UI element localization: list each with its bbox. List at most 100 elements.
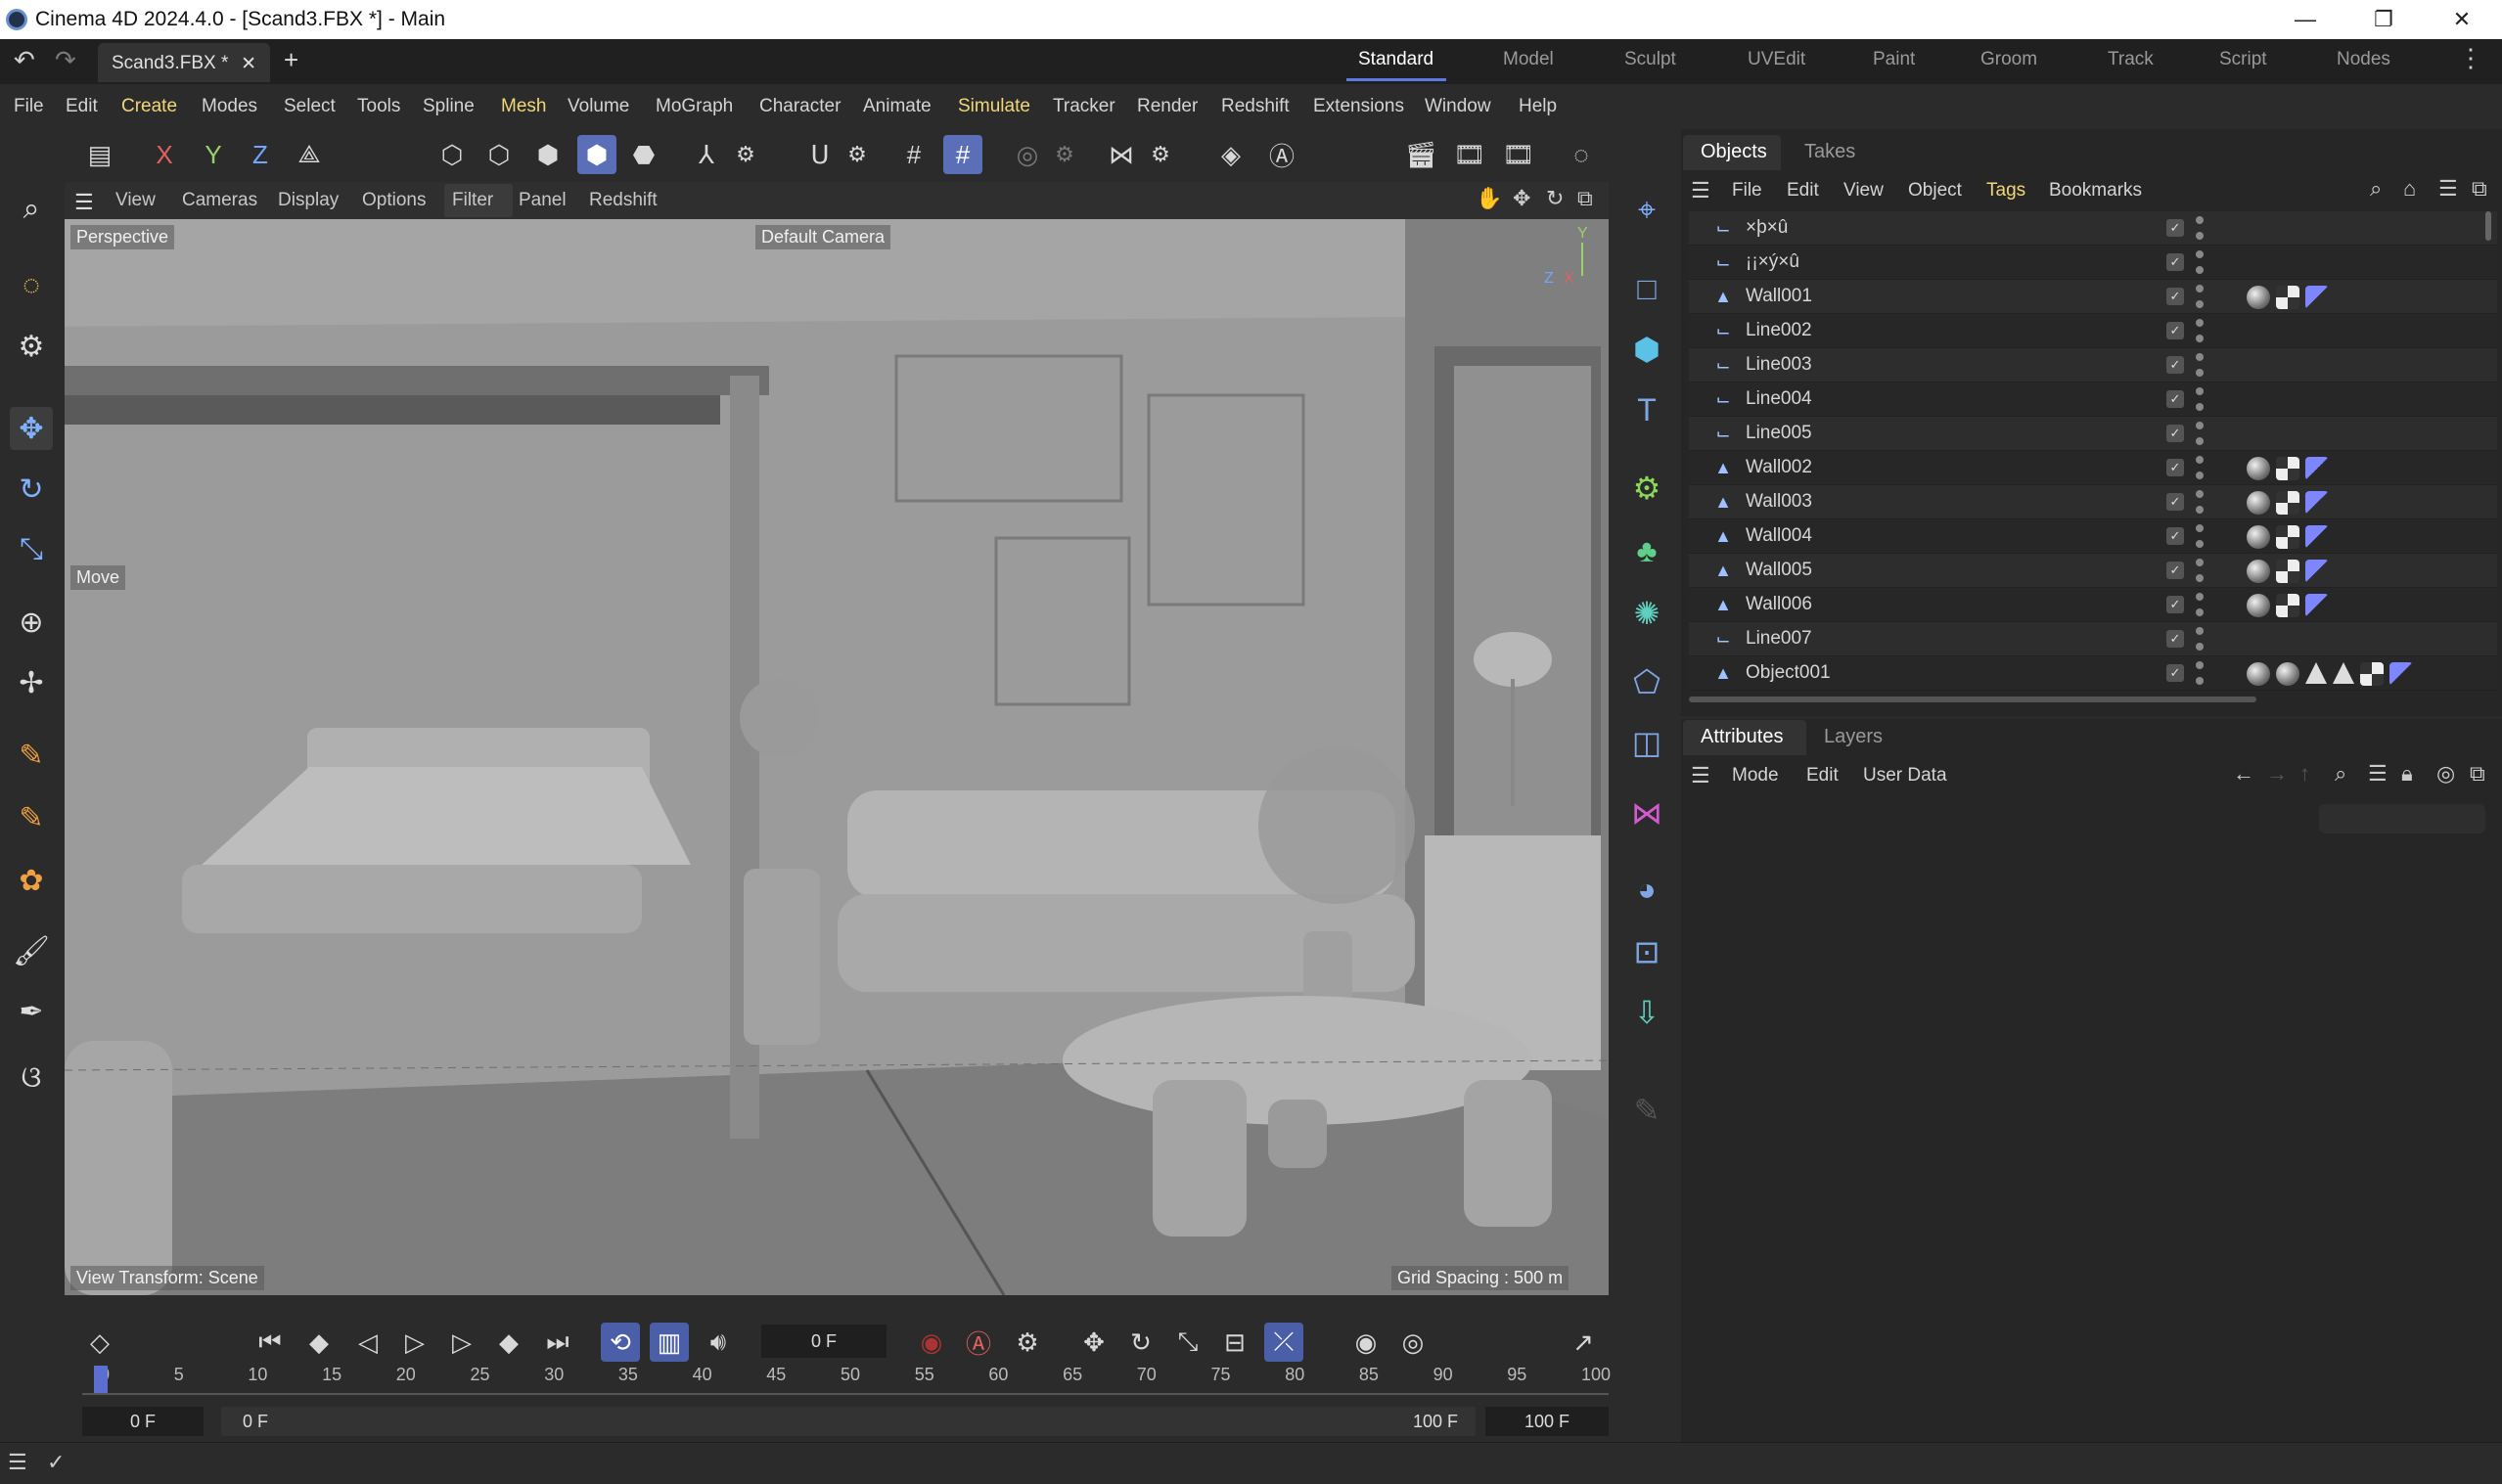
workspace-paint[interactable]: Paint	[1873, 49, 1915, 70]
layer-toggle-icon[interactable]: ✓	[2166, 288, 2184, 305]
lock-icon[interactable]: 🔒︎	[2401, 761, 2413, 787]
move-tool-icon[interactable]: ✥	[10, 407, 53, 450]
material-tag-icon[interactable]	[2247, 594, 2270, 617]
more-options-icon[interactable]: ⋮	[2458, 43, 2483, 73]
visibility-dots[interactable]	[2196, 559, 2204, 582]
light-icon[interactable]: ⇩	[1624, 990, 1669, 1035]
target-icon[interactable]: ◎	[2436, 761, 2455, 787]
render-picture-viewer-icon[interactable]: 🎞︎	[1450, 135, 1489, 174]
viewport-menu-redshift[interactable]: Redshift	[589, 190, 658, 211]
render-settings-icon[interactable]: 🎞︎	[1499, 135, 1538, 174]
texture-tag-icon[interactable]	[2276, 457, 2299, 480]
objects-scrollbar[interactable]	[2485, 211, 2491, 241]
material-tag-icon[interactable]	[2247, 662, 2270, 686]
layer-toggle-icon[interactable]: ✓	[2166, 390, 2184, 408]
texture-tag-icon[interactable]	[2276, 525, 2299, 549]
menu-simulate[interactable]: Simulate	[958, 96, 1030, 117]
viewport-menu-options[interactable]: Options	[362, 190, 426, 211]
keyframe-icon[interactable]: ◇	[80, 1323, 119, 1362]
material-tag-icon[interactable]	[2276, 662, 2299, 686]
texture-tag-icon[interactable]	[2276, 491, 2299, 515]
motion-record-icon[interactable]: ◉	[1346, 1323, 1386, 1362]
object-row[interactable]: ⌙ Line003 ✓	[1689, 348, 2497, 382]
playback-rate-icon[interactable]: ▥	[650, 1323, 689, 1362]
3d-viewport[interactable]: Perspective Default Camera Move View Tra…	[65, 219, 1609, 1295]
tab-takes[interactable]: Takes	[1804, 141, 1855, 163]
menu-mesh[interactable]: Mesh	[501, 96, 546, 117]
viewport-menu-cameras[interactable]: Cameras	[182, 190, 257, 211]
phong-tag-icon[interactable]	[2305, 662, 2327, 684]
object-row[interactable]: ▲ Wall001 ✓	[1689, 280, 2497, 314]
workspace-sculpt[interactable]: Sculpt	[1624, 49, 1676, 70]
object-row[interactable]: ⌙ Line005 ✓	[1689, 417, 2497, 451]
magnet-settings-icon[interactable]: ⚙	[838, 135, 877, 174]
close-window-button[interactable]: ✕	[2423, 0, 2501, 39]
objects-new-window-icon[interactable]: ⧉	[2472, 176, 2487, 202]
mograph-tool-icon[interactable]: ✿	[10, 859, 53, 902]
attributes-new-window-icon[interactable]: ⧉	[2470, 761, 2485, 787]
menu-help[interactable]: Help	[1519, 96, 1557, 117]
object-row[interactable]: ▲ Wall002 ✓	[1689, 451, 2497, 485]
menu-extensions[interactable]: Extensions	[1313, 96, 1404, 117]
key-scale-icon[interactable]: ⤡	[1168, 1323, 1207, 1362]
magnet-icon[interactable]: Ս	[800, 135, 840, 174]
attributes-menu-user-data[interactable]: User Data	[1863, 765, 1947, 787]
texture-tag-icon[interactable]	[2276, 286, 2299, 309]
rotate-tool-icon[interactable]: ↻	[10, 468, 53, 511]
prev-key-icon[interactable]: ◆	[299, 1323, 339, 1362]
visibility-dots[interactable]	[2196, 593, 2204, 616]
up-arrow-icon[interactable]: ↑	[2299, 761, 2310, 787]
layer-toggle-icon[interactable]: ✓	[2166, 493, 2184, 511]
uvw-tag-icon[interactable]	[2305, 457, 2329, 480]
viewport-camera-label[interactable]: Default Camera	[755, 225, 891, 249]
menu-select[interactable]: Select	[284, 96, 336, 117]
solo-icon[interactable]: ◎	[1008, 135, 1047, 174]
layer-toggle-icon[interactable]: ✓	[2166, 562, 2184, 579]
snap-grid-icon[interactable]: #	[943, 135, 982, 174]
x-axis-toggle[interactable]: X	[145, 135, 184, 174]
goto-end-icon[interactable]: ⏭	[538, 1323, 577, 1362]
grid-icon[interactable]: #	[894, 135, 933, 174]
objects-menu-edit[interactable]: Edit	[1787, 180, 1819, 202]
goto-start-icon[interactable]: ⏮	[250, 1323, 290, 1362]
objects-menu-bookmarks[interactable]: Bookmarks	[2049, 180, 2142, 202]
paint-brush-icon[interactable]: 🖌︎	[10, 929, 53, 972]
symmetry-icon[interactable]: ⋈	[1102, 135, 1141, 174]
sound-icon[interactable]: 🔊︎	[699, 1323, 738, 1362]
symmetry-settings-icon[interactable]: ⚙	[1141, 135, 1180, 174]
layer-toggle-icon[interactable]: ✓	[2166, 322, 2184, 339]
uvw-tag-icon[interactable]	[2305, 594, 2329, 617]
object-row[interactable]: ⌙ ¡¡×ý×û ✓	[1689, 246, 2497, 280]
close-tab-icon[interactable]: ✕	[241, 53, 256, 75]
visibility-dots[interactable]	[2196, 285, 2204, 308]
viewport-menu-view[interactable]: View	[115, 190, 156, 211]
material-tag-icon[interactable]	[2247, 525, 2270, 549]
object-name[interactable]: Wall004	[1746, 525, 2137, 547]
visibility-dots[interactable]	[2196, 524, 2204, 548]
next-key-icon[interactable]: ◆	[489, 1323, 528, 1362]
add-tab-button[interactable]: +	[284, 45, 298, 75]
objects-hamburger-icon[interactable]: ☰	[1691, 178, 1710, 203]
text-icon[interactable]: T	[1624, 387, 1669, 432]
visibility-dots[interactable]	[2196, 490, 2204, 514]
objects-filter-icon[interactable]: ☰	[2438, 176, 2458, 202]
workspace-track[interactable]: Track	[2108, 49, 2154, 70]
render-view-icon[interactable]: 🎬︎	[1401, 135, 1440, 174]
material-tag-icon[interactable]	[2247, 286, 2270, 309]
uvw-tag-icon[interactable]	[2389, 662, 2413, 686]
tab-attributes[interactable]: Attributes	[1701, 726, 1783, 748]
knife-tool-icon[interactable]: ✎	[10, 796, 53, 839]
attributes-menu-mode[interactable]: Mode	[1732, 765, 1779, 787]
menu-render[interactable]: Render	[1137, 96, 1198, 117]
redo-icon[interactable]: ↷	[55, 45, 76, 75]
record-icon[interactable]: ◉	[912, 1323, 951, 1362]
uvw-tag-icon[interactable]	[2305, 491, 2329, 515]
locked-workplane-icon[interactable]: Ⓐ	[1262, 135, 1301, 174]
layer-toggle-icon[interactable]: ✓	[2166, 664, 2184, 682]
sculpt-brush-icon[interactable]: ✒	[10, 990, 53, 1033]
object-name[interactable]: Wall003	[1746, 491, 2137, 513]
menu-character[interactable]: Character	[759, 96, 841, 117]
object-name[interactable]: Line007	[1746, 628, 2137, 650]
object-row[interactable]: ⌙ Line007 ✓	[1689, 622, 2497, 656]
material-tag-icon[interactable]	[2247, 560, 2270, 583]
